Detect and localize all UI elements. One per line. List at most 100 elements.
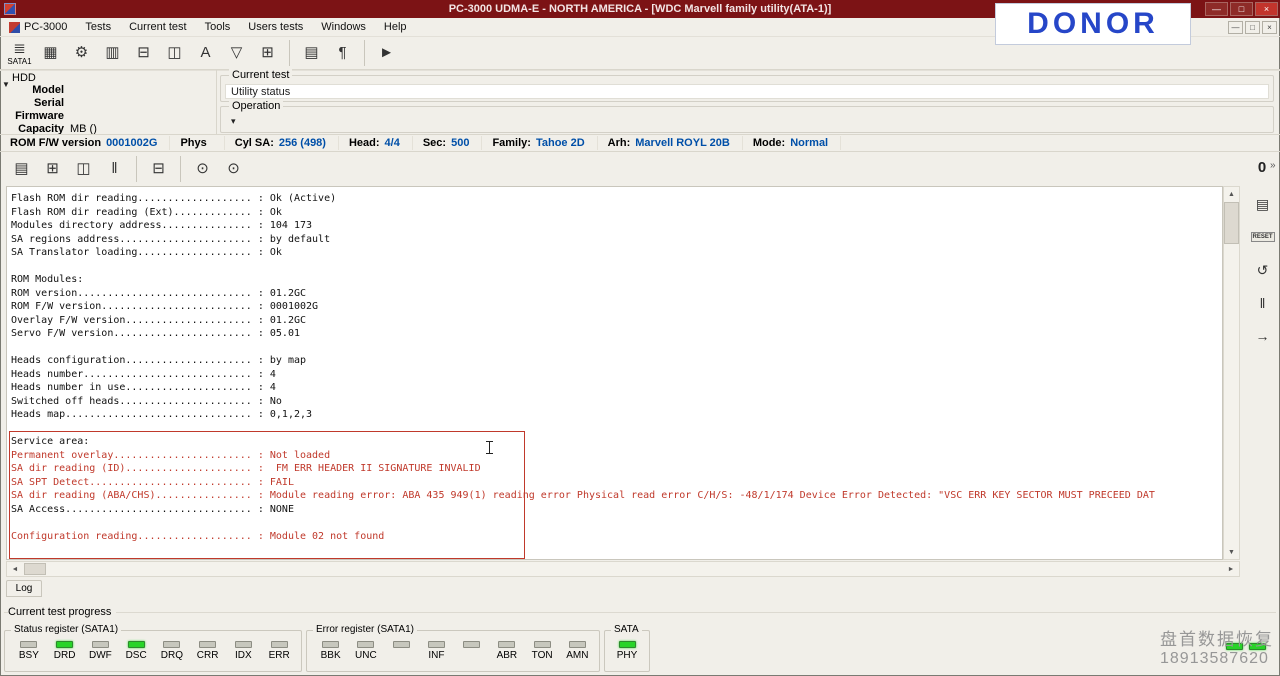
pause-button[interactable]: ‖ <box>1250 291 1276 315</box>
find-next-button[interactable]: ⊙ <box>218 154 249 184</box>
log-line: Service area: <box>11 436 90 447</box>
power-0-button[interactable]: 0 <box>1252 156 1272 178</box>
power-sequence-button[interactable]: → <box>1250 324 1276 348</box>
led-lamp <box>199 641 217 648</box>
sector-grid-button[interactable]: ⊞ <box>252 38 283 68</box>
run-test-button[interactable]: ► <box>371 38 402 68</box>
info-segment-mode: Mode: Normal <box>753 136 842 150</box>
watermark-line1: 盘首数据恢复 <box>1160 630 1274 649</box>
report-open-button[interactable]: ▤ <box>6 154 37 184</box>
report-save-icon: ⊞ <box>46 159 59 177</box>
scroll-right-icon[interactable]: ► <box>1223 562 1239 576</box>
menu-item-tests[interactable]: Tests <box>76 19 120 35</box>
operation-group-label: Operation <box>229 100 284 112</box>
tab-log[interactable]: Log <box>6 580 42 597</box>
text-tool-icon: A <box>200 44 211 61</box>
panel-splitter[interactable] <box>216 70 217 134</box>
led-idx: IDX <box>226 641 262 661</box>
reset-button[interactable]: RESET <box>1250 225 1276 249</box>
led-bbk: BBK <box>313 641 348 661</box>
log-line: ROM version.............................… <box>11 287 307 299</box>
toolbar-item-label: SATA1 <box>7 56 32 66</box>
hdd-field-label: Serial <box>34 96 64 109</box>
error-register-leds: BBK UNC INF ABR TON AMN <box>307 631 599 661</box>
find-button[interactable]: ⊙ <box>187 154 218 184</box>
script-icon: ¶ <box>338 44 347 61</box>
sata1-port-button[interactable]: ≣ SATA1 <box>4 38 35 68</box>
led-lamp <box>127 641 145 648</box>
horizontal-scroll-thumb[interactable] <box>24 563 46 575</box>
recalibrate-button[interactable]: ↺ <box>1250 258 1276 282</box>
log-line: Heads number in use.....................… <box>11 382 276 393</box>
disk-image-button[interactable]: ◫ <box>159 38 190 68</box>
scroll-down-icon[interactable]: ▼ <box>1224 545 1239 559</box>
info-value: 4/4 <box>384 137 400 149</box>
info-label: Sec: <box>422 137 447 149</box>
menu-item-windows[interactable]: Windows <box>312 19 375 35</box>
gears-button[interactable]: ⚙ <box>66 38 97 68</box>
sata1-port-icon: ≣ <box>13 39 26 57</box>
donor-banner: DONOR <box>995 3 1191 45</box>
memory-chip-button[interactable]: ▥ <box>97 38 128 68</box>
log-horizontal-scrollbar[interactable]: ◄ ► <box>6 561 1240 577</box>
toolbar-separator <box>364 40 365 66</box>
hdd-row-serial: Serial <box>0 96 97 109</box>
log-line: SA dir reading (ID).....................… <box>11 463 481 474</box>
report-save-button[interactable]: ⊞ <box>37 154 68 184</box>
funnel-filter-button[interactable]: ▽ <box>221 38 252 68</box>
menu-item-tools[interactable]: Tools <box>196 19 240 35</box>
info-segment-phys: Phys <box>180 136 225 150</box>
scroll-up-icon[interactable]: ▲ <box>1224 187 1239 201</box>
info-label: Phys <box>180 137 207 149</box>
mdi-restore-button[interactable]: □ <box>1245 21 1260 34</box>
info-value: 500 <box>451 137 470 149</box>
hdd-field-label: Firmware <box>15 109 64 122</box>
minimize-button[interactable]: — <box>1205 2 1228 16</box>
mdi-close-button[interactable]: × <box>1262 21 1277 34</box>
text-cursor-ibeam <box>485 441 494 455</box>
pause-log-icon: ‖ <box>111 159 118 177</box>
scroll-left-icon[interactable]: ◄ <box>7 562 23 576</box>
log-output-area[interactable]: Flash ROM dir reading...................… <box>6 186 1223 560</box>
log-line: Flash ROM dir reading (Ext).............… <box>11 206 282 218</box>
led-label: ERR <box>268 650 290 661</box>
info-value: Tahoe 2D <box>535 137 585 149</box>
toolbar-overflow-icon[interactable]: » <box>1270 160 1276 171</box>
info-value: Marvell ROYL 20B <box>635 137 730 149</box>
log-line: Heads map...............................… <box>11 409 313 420</box>
file-copy-button[interactable]: ⊟ <box>128 38 159 68</box>
led-crr: CRR <box>190 641 226 661</box>
copy-pages-button[interactable]: ▤ <box>296 38 327 68</box>
mdi-minimize-button[interactable]: — <box>1228 21 1243 34</box>
hdd-field-label: Capacity <box>18 122 64 135</box>
led-lamp <box>91 641 109 648</box>
save-log-button[interactable]: ◫ <box>68 154 99 184</box>
menu-item-current-test[interactable]: Current test <box>120 19 195 35</box>
watermark: 盘首数据恢复 18913587620 <box>1160 625 1274 668</box>
log-line: Permanent overlay.......................… <box>11 449 331 461</box>
maximize-button[interactable]: □ <box>1230 2 1253 16</box>
terminal-button[interactable]: ▤ <box>1250 192 1276 216</box>
text-tool-button[interactable]: A <box>190 38 221 68</box>
pause-log-button[interactable]: ‖ <box>99 154 130 184</box>
close-button[interactable]: × <box>1255 2 1278 16</box>
vertical-scroll-thumb[interactable] <box>1224 202 1239 244</box>
error-register-title: Error register (SATA1) <box>313 624 417 635</box>
menu-item-pc-3000[interactable]: PC-3000 <box>0 19 76 35</box>
info-label: Head: <box>348 137 380 149</box>
menu-item-help[interactable]: Help <box>375 19 416 35</box>
log-line: Modules directory address...............… <box>11 220 313 231</box>
script-button[interactable]: ¶ <box>327 38 358 68</box>
funnel-filter-icon: ▽ <box>230 44 243 61</box>
menu-item-users-tests[interactable]: Users tests <box>239 19 312 35</box>
operation-dropdown-icon[interactable]: ▾ <box>231 116 236 127</box>
menu-item-label: Tests <box>85 21 112 33</box>
info-segment-rom-f-w-version: ROM F/W version 0001002G <box>10 136 171 150</box>
pcb-board-button[interactable]: ▦ <box>35 38 66 68</box>
log-line: Servo F/W version.......................… <box>11 328 300 339</box>
copy-log-button[interactable]: ⊟ <box>143 154 174 184</box>
led-label: PHY <box>616 650 638 661</box>
window-controls: — □ × <box>1205 2 1278 16</box>
led-unlabeled <box>384 641 419 661</box>
